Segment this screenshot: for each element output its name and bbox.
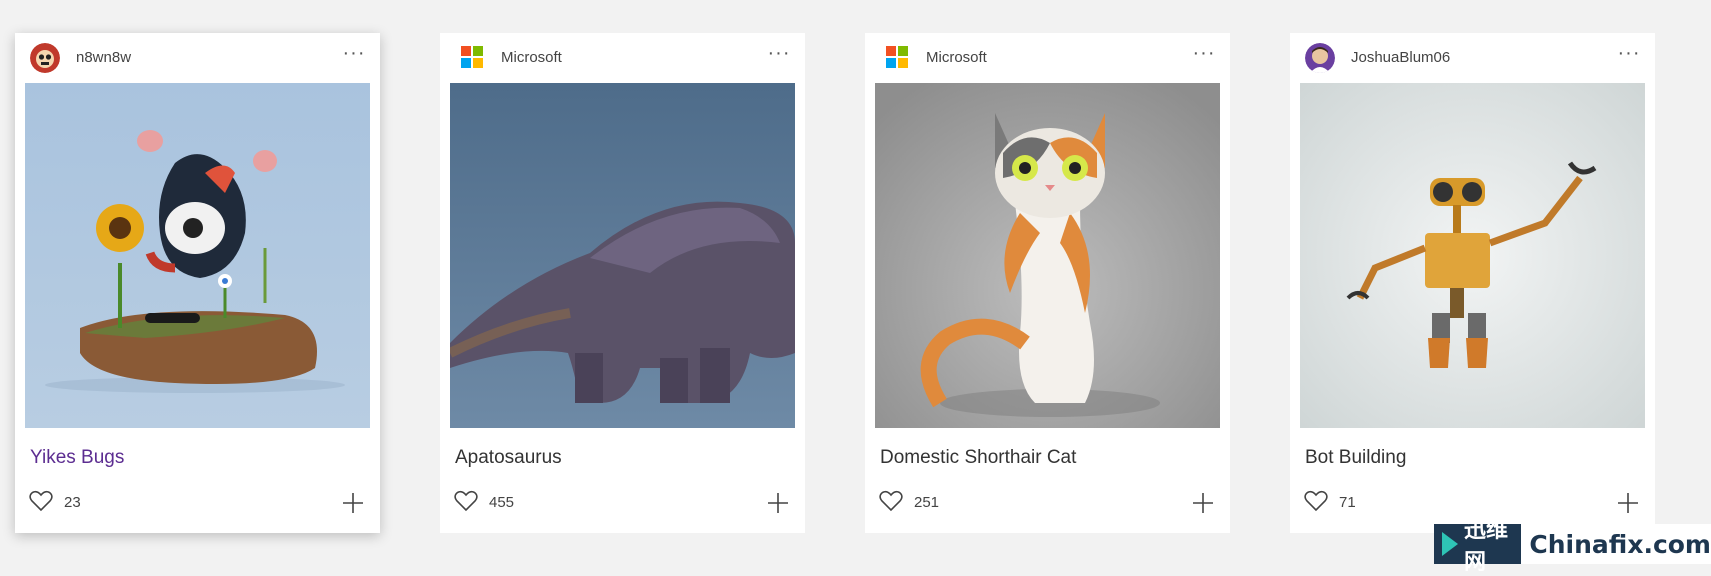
- model-thumbnail[interactable]: [875, 83, 1220, 428]
- likes-count: 251: [914, 494, 940, 511]
- author-avatar[interactable]: [30, 43, 60, 73]
- arrow-icon: [1442, 532, 1458, 556]
- microsoft-logo-icon[interactable]: [461, 46, 483, 68]
- model-card[interactable]: JoshuaBlum06 ··· Bot Building 71: [1290, 33, 1655, 533]
- model-title[interactable]: Bot Building: [1305, 447, 1406, 469]
- heart-icon[interactable]: [1304, 490, 1328, 512]
- author-name[interactable]: Microsoft: [926, 49, 987, 66]
- add-icon[interactable]: [342, 492, 364, 514]
- more-options-icon[interactable]: ···: [342, 43, 366, 65]
- card-header: Microsoft ···: [865, 33, 1230, 83]
- model-title[interactable]: Apatosaurus: [455, 447, 562, 469]
- model-title[interactable]: Domestic Shorthair Cat: [880, 447, 1076, 469]
- more-options-icon[interactable]: ···: [1617, 43, 1641, 65]
- add-icon[interactable]: [1617, 492, 1639, 514]
- watermark-site: Chinafix.com: [1529, 529, 1711, 559]
- heart-icon[interactable]: [454, 490, 478, 512]
- likes-count: 23: [64, 494, 81, 511]
- author-name[interactable]: Microsoft: [501, 49, 562, 66]
- model-card[interactable]: Microsoft ··· Apatosaurus 455: [440, 33, 805, 533]
- microsoft-logo-icon[interactable]: [886, 46, 908, 68]
- author-name[interactable]: JoshuaBlum06: [1351, 49, 1450, 66]
- model-card[interactable]: Microsoft ··· Domestic Shorthair Cat 251: [865, 33, 1230, 533]
- add-icon[interactable]: [1192, 492, 1214, 514]
- add-icon[interactable]: [767, 492, 789, 514]
- model-title[interactable]: Yikes Bugs: [30, 447, 124, 469]
- more-options-icon[interactable]: ···: [767, 43, 791, 65]
- watermark: 迅维网 Chinafix.com: [1434, 517, 1711, 574]
- watermark-brand: 迅维网: [1434, 517, 1522, 574]
- heart-icon[interactable]: [879, 490, 903, 512]
- model-thumbnail[interactable]: [450, 83, 795, 428]
- likes-count: 71: [1339, 494, 1356, 511]
- card-header: Microsoft ···: [440, 33, 805, 83]
- model-thumbnail[interactable]: [1300, 83, 1645, 428]
- model-thumbnail[interactable]: [25, 83, 370, 428]
- model-card[interactable]: n8wn8w ··· Yikes Bugs 23: [15, 33, 380, 533]
- heart-icon[interactable]: [29, 490, 53, 512]
- more-options-icon[interactable]: ···: [1192, 43, 1216, 65]
- author-avatar[interactable]: [1305, 43, 1335, 73]
- likes-count: 455: [489, 494, 515, 511]
- card-header: JoshuaBlum06 ···: [1290, 33, 1655, 83]
- card-header: n8wn8w ···: [15, 33, 380, 83]
- author-name[interactable]: n8wn8w: [76, 49, 131, 66]
- watermark-brand-text: 迅维网: [1464, 517, 1509, 574]
